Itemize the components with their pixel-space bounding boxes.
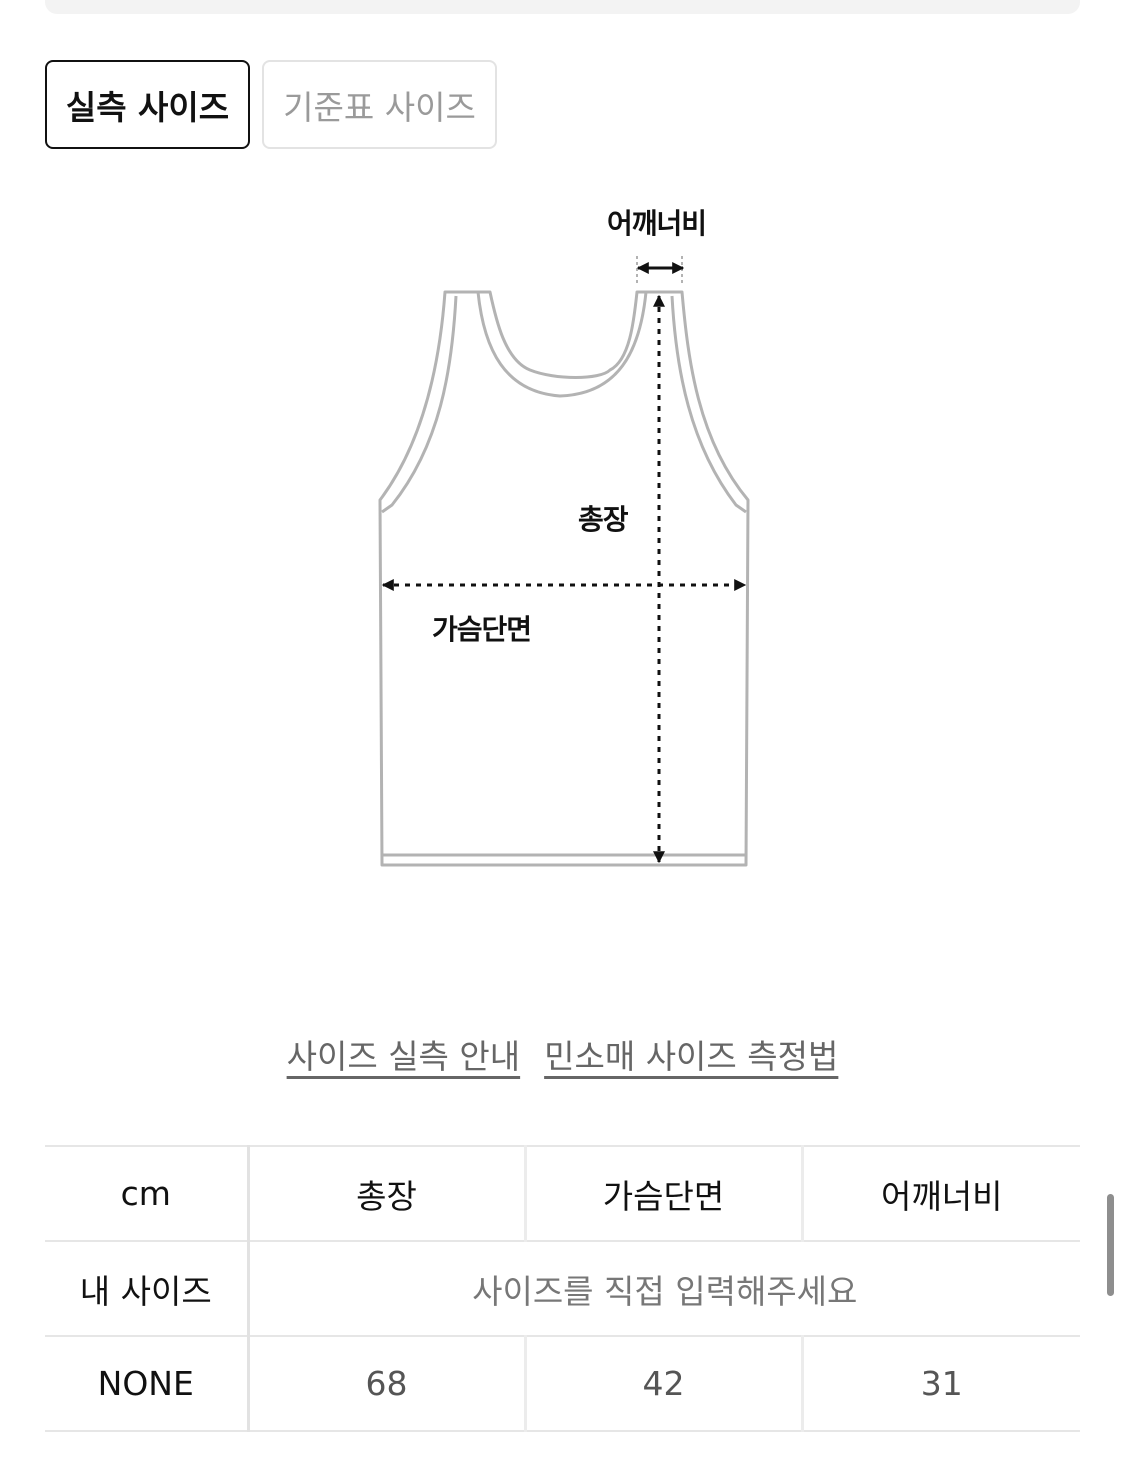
top-section-edge	[45, 0, 1080, 14]
header-cell: 총장	[246, 1145, 525, 1242]
actual-size-guide-link[interactable]: 사이즈 실측 안내	[287, 1030, 521, 1078]
shoulder-width-label: 어깨너비	[607, 207, 707, 240]
value-cell: 42	[523, 1335, 802, 1432]
tank-top-outline	[378, 256, 750, 867]
sleeveless-measure-guide-link[interactable]: 민소매 사이즈 측정법	[544, 1030, 838, 1078]
value-cell: 68	[246, 1335, 525, 1432]
table-header-row: cm 총장 가슴단면 어깨너비	[45, 1145, 1080, 1242]
size-guide-links: 사이즈 실측 안내 민소매 사이즈 측정법	[0, 1030, 1125, 1078]
tank-top-measurement-diagram: 어깨너비 총장 가슴단면	[0, 180, 1125, 900]
size-table: cm 총장 가슴단면 어깨너비 내 사이즈 사이즈를 직접 입력해주세요 NON…	[45, 1145, 1080, 1432]
value-cell: 31	[800, 1335, 1080, 1432]
table-scrollbar[interactable]	[1107, 1194, 1114, 1296]
my-size-label: 내 사이즈	[45, 1240, 250, 1337]
unit-cell: cm	[45, 1145, 250, 1242]
tab-actual-size[interactable]: 실측 사이즈	[45, 60, 250, 149]
my-size-input[interactable]: 사이즈를 직접 입력해주세요	[246, 1240, 1080, 1337]
my-size-row: 내 사이즈 사이즈를 직접 입력해주세요	[45, 1240, 1080, 1337]
total-length-label: 총장	[578, 503, 629, 536]
header-cell: 어깨너비	[800, 1145, 1080, 1242]
table-row: NONE 68 42 31	[45, 1335, 1080, 1432]
chest-width-label: 가슴단면	[432, 613, 532, 646]
header-cell: 가슴단면	[523, 1145, 802, 1242]
size-name-cell: NONE	[45, 1335, 250, 1432]
tab-standard-size[interactable]: 기준표 사이즈	[262, 60, 497, 149]
